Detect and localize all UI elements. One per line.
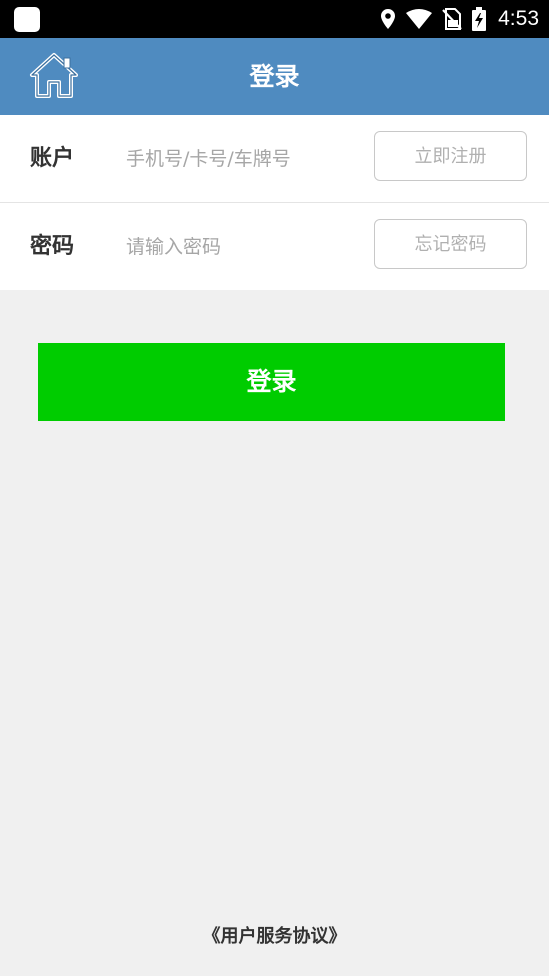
status-icons: 4:53 (380, 0, 539, 38)
account-input[interactable] (120, 139, 372, 179)
wifi-icon (406, 9, 433, 29)
password-input[interactable] (120, 227, 372, 267)
location-icon (381, 9, 396, 29)
account-label: 账户 (30, 146, 75, 171)
account-row: 账户 立即注册 (0, 115, 549, 203)
title-bar: 登录 (0, 38, 549, 115)
password-label: 密码 (30, 234, 75, 259)
battery-charging-icon (472, 7, 487, 31)
user-agreement-link[interactable]: 《用户服务协议》 (0, 922, 549, 948)
login-button[interactable]: 登录 (38, 343, 505, 421)
no-sim-icon (442, 8, 462, 30)
login-form: 账户 立即注册 密码 忘记密码 (0, 115, 549, 290)
status-bar: 4:53 (0, 0, 549, 38)
page-title: 登录 (249, 62, 300, 91)
register-button[interactable]: 立即注册 (374, 131, 527, 181)
app-notification-icon (14, 7, 40, 32)
password-row: 密码 忘记密码 (0, 203, 549, 290)
status-time: 4:53 (498, 7, 539, 30)
forgot-password-button[interactable]: 忘记密码 (374, 219, 527, 269)
